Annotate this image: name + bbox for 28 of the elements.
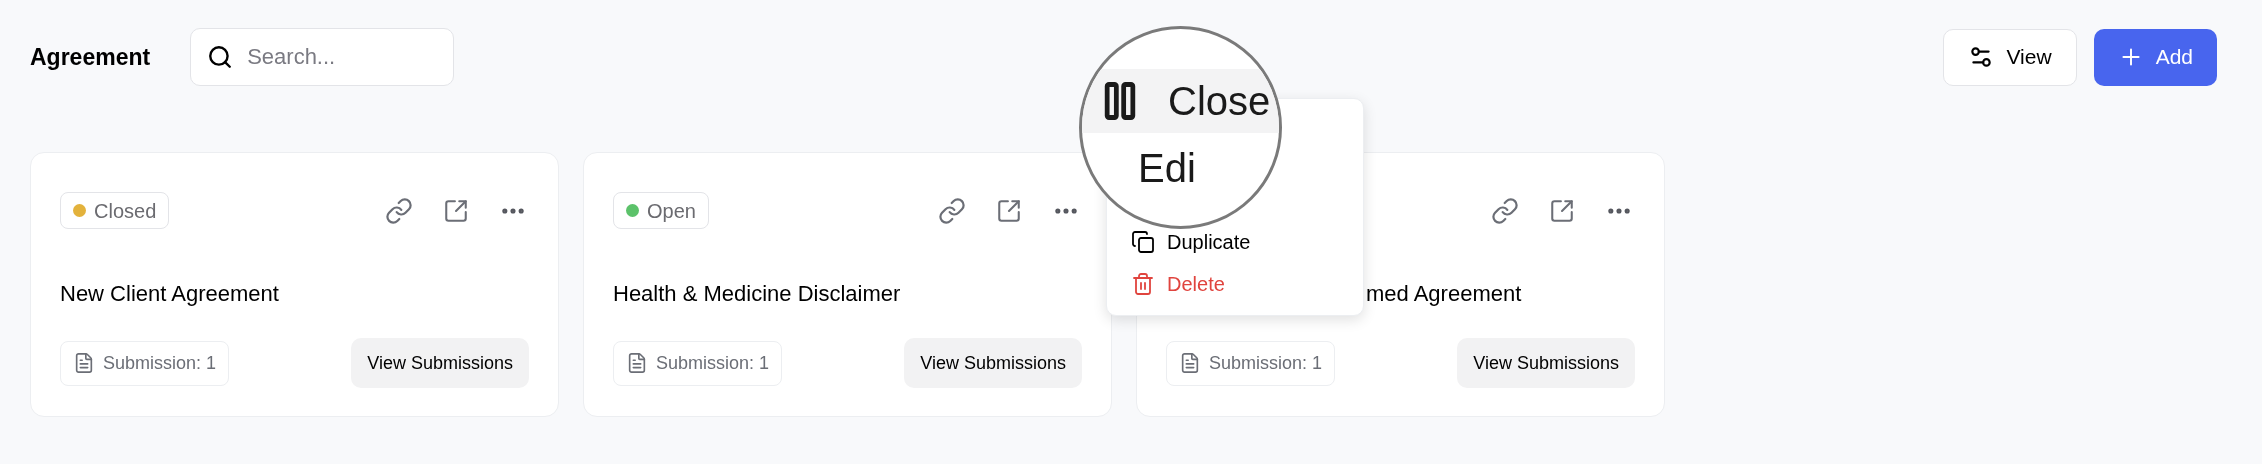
link-icon[interactable] [1491, 196, 1519, 225]
status-label: Open [647, 198, 696, 224]
card-title: Health & Medicine Disclaimer [613, 281, 901, 306]
submission-label: Submission: 1 [103, 351, 217, 375]
view-submissions-button[interactable]: View Submissions [351, 338, 529, 388]
external-link-icon[interactable] [996, 197, 1022, 224]
page-title: Agreement [30, 42, 151, 72]
card-title: New Client Agreement [60, 281, 279, 306]
add-button[interactable]: Add [2093, 28, 2217, 86]
link-icon[interactable] [385, 196, 413, 225]
document-icon [1179, 352, 1201, 374]
external-link-icon[interactable] [1549, 197, 1575, 224]
external-link-icon[interactable] [443, 197, 469, 224]
search-icon [207, 44, 234, 70]
link-icon[interactable] [938, 196, 966, 225]
trash-icon [1131, 272, 1155, 296]
copy-icon [1131, 230, 1155, 254]
card-title: med Agreement [1366, 281, 1522, 306]
document-icon [626, 352, 648, 374]
submission-label: Submission: 1 [656, 351, 770, 375]
submission-label: Submission: 1 [1209, 351, 1323, 375]
document-icon [73, 352, 95, 374]
status-label: Closed [94, 198, 157, 224]
view-button[interactable]: View [1943, 28, 2077, 86]
view-submissions-button[interactable]: View Submissions [1457, 338, 1635, 388]
menu-item[interactable]: Delete [1117, 263, 1353, 305]
view-submissions-button[interactable]: View Submissions [904, 338, 1082, 388]
search-field[interactable]: Search... [190, 28, 455, 86]
